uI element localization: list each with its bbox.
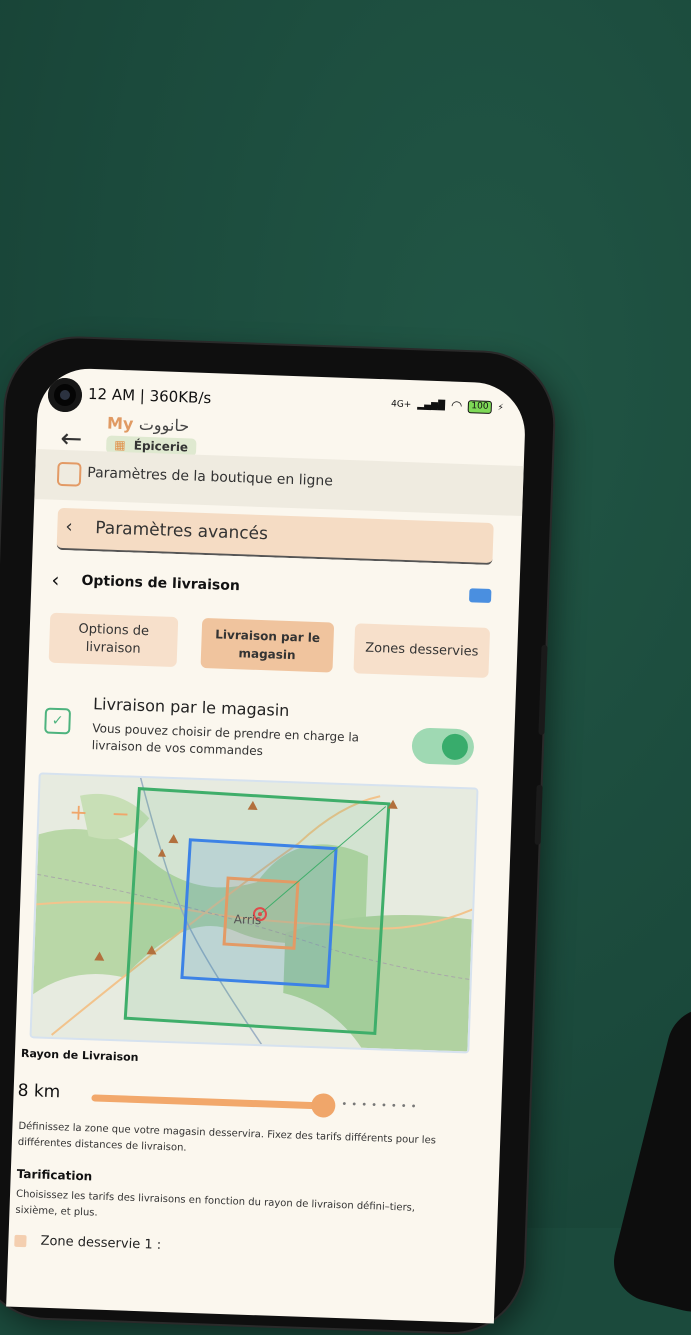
delivery-radius-value: 8 km	[17, 1080, 61, 1103]
wifi-icon: ◠	[450, 398, 463, 414]
store-grid-icon: ▦	[114, 437, 126, 453]
storefront-icon	[56, 461, 82, 487]
logo-prefix: My	[106, 413, 134, 434]
slider-thumb[interactable]	[310, 1093, 336, 1118]
advanced-settings-title: Paramètres avancés	[94, 518, 269, 545]
phone-screen: 12 AM | 360KB/s 4G+ ▂▄▆█ ◠ 100 ⚡ ← My حا…	[6, 367, 527, 1324]
tab-served-zones[interactable]: Zones desservies	[353, 623, 491, 678]
delivery-map[interactable]: Arris + −	[29, 772, 479, 1054]
status-icons: 4G+ ▂▄▆█ ◠ 100 ⚡	[391, 396, 504, 415]
tab-label: Options de livraison	[78, 621, 150, 657]
tab-store-delivery[interactable]: Livraison par le magasin	[200, 617, 335, 673]
chevron-left-icon[interactable]: ‹	[51, 568, 60, 592]
tab-label: Zones desservies	[364, 640, 479, 660]
logo-arabic: حانووت	[138, 414, 190, 436]
tab-delivery-options[interactable]: Options de livraison	[48, 612, 179, 668]
check-icon: ✓	[44, 707, 72, 735]
store-delivery-title: Livraison par le magasin	[92, 694, 290, 721]
map-svg: Arris + −	[31, 774, 477, 1052]
battery-icon: 100	[468, 400, 492, 414]
delivery-radius-slider[interactable]: ••••••••	[91, 1087, 431, 1119]
slider-track-empty: ••••••••	[341, 1099, 421, 1113]
tab-label: Livraison par le magasin	[215, 627, 321, 663]
toggle-knob	[441, 733, 469, 761]
status-time: 12 AM | 360KB/s	[87, 384, 212, 408]
network-label: 4G+	[390, 398, 412, 410]
delivery-tabs: Options de livraison Livraison par le ma…	[48, 612, 495, 682]
section-title: Paramètres de la boutique en ligne	[86, 464, 334, 490]
zoom-in-icon[interactable]: +	[69, 800, 88, 826]
zoom-out-icon[interactable]: −	[111, 802, 130, 828]
zone-row[interactable]: Zone desservie 1 :	[14, 1233, 161, 1253]
signal-icon: ▂▄▆█	[417, 399, 446, 411]
map-city-label: Arris	[234, 912, 262, 927]
truck-icon	[468, 588, 492, 604]
zone-label: Zone desservie 1 :	[40, 1233, 162, 1253]
delivery-options-header: ‹ Options de livraison	[51, 568, 492, 613]
pricing-help: Choisissez les tarifs des livraisons en …	[15, 1188, 416, 1219]
delivery-options-title: Options de livraison	[81, 572, 241, 595]
slider-track-filled	[91, 1094, 322, 1110]
chevron-left-icon[interactable]: ‹	[65, 516, 73, 537]
store-delivery-description: Vous pouvez choisir de prendre en charge…	[91, 721, 360, 759]
pricing-title: Tarification	[16, 1166, 93, 1184]
advanced-settings-header[interactable]: ‹ Paramètres avancés	[56, 507, 494, 566]
store-delivery-row: ✓ Livraison par le magasin Vous pouvez c…	[43, 693, 490, 778]
delivery-radius-help: Définissez la zone que votre magasin des…	[17, 1120, 437, 1154]
store-delivery-toggle[interactable]	[411, 727, 475, 766]
charging-icon: ⚡	[497, 402, 504, 413]
delivery-radius-label: Rayon de Livraison	[20, 1046, 139, 1064]
app-logo: My حانووت	[107, 414, 190, 436]
zone-checkbox[interactable]	[14, 1234, 27, 1247]
phone-frame: 12 AM | 360KB/s 4G+ ▂▄▆█ ◠ 100 ⚡ ← My حا…	[0, 336, 556, 1335]
